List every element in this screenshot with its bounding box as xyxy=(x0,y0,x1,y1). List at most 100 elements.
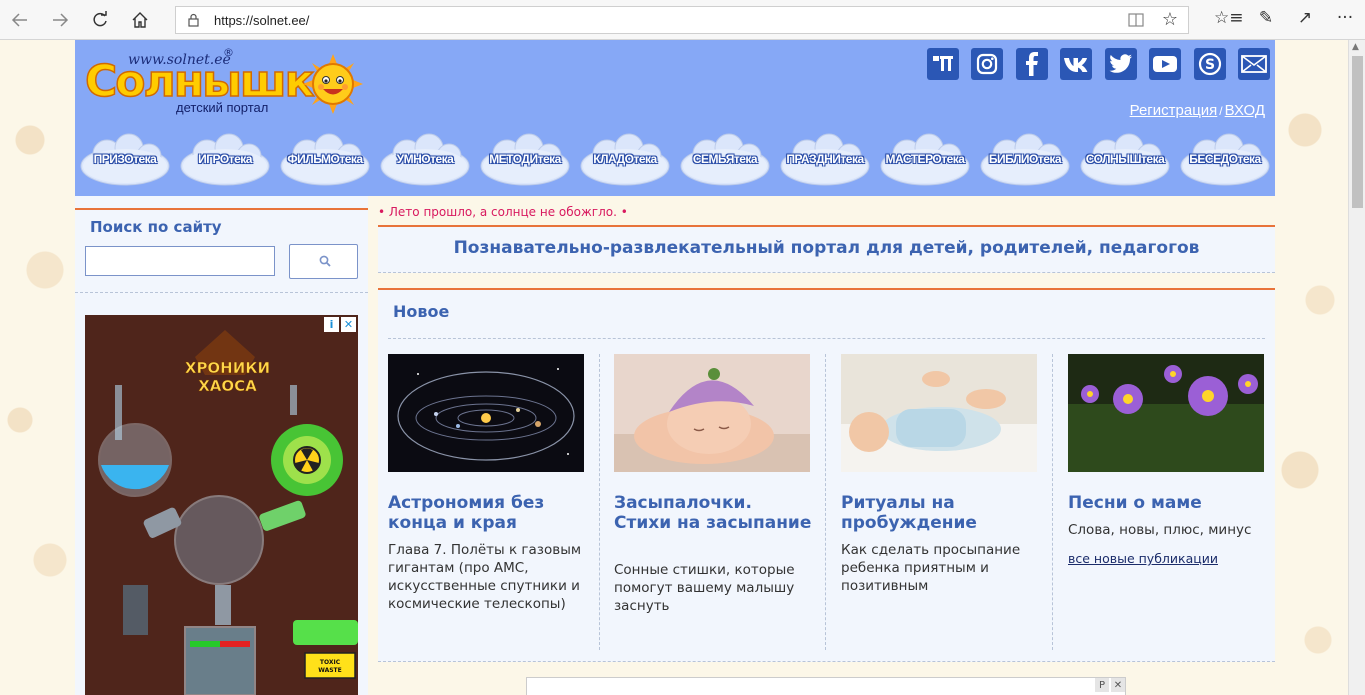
nav-item[interactable]: УМНОтека xyxy=(379,133,471,187)
nav-item-label: ПРИЗОтека xyxy=(93,152,157,166)
ad-game-title-line1: ХРОНИКИ xyxy=(184,359,271,378)
nav-item-label: ПРАЗДНИтека xyxy=(786,152,864,166)
nav-item-label: СОЛНЫШтека xyxy=(1085,152,1165,166)
favorite-star-icon[interactable]: ☆ xyxy=(1162,9,1178,30)
logo-subtitle: детский портал xyxy=(176,100,269,115)
scrollbar-thumb[interactable] xyxy=(1352,56,1363,208)
nav-item[interactable]: ФИЛЬМОтека xyxy=(279,133,371,187)
nav-item-label: МЕТОДИтека xyxy=(489,152,561,166)
ad-choices[interactable]: i ✕ xyxy=(324,317,356,332)
nav-item-label: ИГРОтека xyxy=(198,152,252,166)
ad-close-icon[interactable]: ✕ xyxy=(1111,678,1125,692)
nav-item-label: ФИЛЬМОтека xyxy=(287,152,363,166)
card-desc: Слова, новы, плюс, минус xyxy=(1068,522,1252,538)
lock-icon xyxy=(188,13,199,27)
nav-item[interactable]: КЛАДОтека xyxy=(579,133,671,187)
nav-item-label: СЕМЬЯтека xyxy=(692,152,758,166)
card-image-flowers[interactable] xyxy=(1068,354,1264,472)
card-image-astronomy[interactable] xyxy=(388,354,584,472)
auth-separator: / xyxy=(1219,104,1223,118)
browser-toolbar: https://solnet.ee/ ☆ ☆≡ ✎ ↗ ··· xyxy=(0,0,1365,40)
auth-links: Регистрация / ВХОД xyxy=(1130,102,1265,119)
pen-icon[interactable]: ✎ xyxy=(1254,8,1278,28)
svg-text:S: S xyxy=(1205,57,1215,73)
card-desc: Глава 7. Полёты к газовым гигантам (про … xyxy=(388,542,582,612)
search-title: Поиск по сайту xyxy=(90,218,222,236)
sitemap-icon[interactable] xyxy=(927,48,959,80)
url-text[interactable]: https://solnet.ee/ xyxy=(214,13,309,28)
ticker-text: • Лето прошло, а солнце не обожгло. • xyxy=(378,205,628,219)
card-divider xyxy=(825,354,826,650)
instagram-icon[interactable] xyxy=(971,48,1003,80)
tagline-panel: Познавательно-развлекательный портал для… xyxy=(378,225,1275,273)
tagline: Познавательно-развлекательный портал для… xyxy=(453,238,1200,258)
share-icon[interactable]: ↗ xyxy=(1293,8,1317,28)
nav-item-label: УМНОтека xyxy=(396,152,454,166)
card-desc: Сонные стишки, которые помогут вашему ма… xyxy=(614,562,795,614)
ad-info-icon[interactable]: i xyxy=(324,317,339,332)
card-image-lullabies[interactable] xyxy=(614,354,810,472)
bottom-ad-controls: P ✕ xyxy=(1095,678,1125,692)
vk-icon[interactable] xyxy=(1060,48,1092,80)
forward-icon[interactable] xyxy=(48,8,72,32)
nav-item[interactable]: БИБЛИОтека xyxy=(979,133,1071,187)
new-section: Новое Астрономия без конца и края Глава … xyxy=(378,288,1275,662)
svg-text:WASTE: WASTE xyxy=(318,667,342,674)
nav-item-label: БИБЛИОтека xyxy=(988,152,1062,166)
all-new-publications-link[interactable]: все новые публикации xyxy=(1068,551,1218,566)
search-icon xyxy=(319,255,331,267)
svg-text:TOXIC: TOXIC xyxy=(320,659,341,666)
main-content: • Лето прошло, а солнце не обожгло. • По… xyxy=(378,196,1275,695)
card-divider xyxy=(1052,354,1053,650)
skype-icon[interactable]: S xyxy=(1194,48,1226,80)
logo-www: www.solnet.ee xyxy=(128,52,231,68)
nav-item[interactable]: ПРИЗОтека xyxy=(79,133,171,187)
nav-item[interactable]: ПРАЗДНИтека xyxy=(779,133,871,187)
reload-icon[interactable] xyxy=(88,8,112,32)
reading-view-icon[interactable] xyxy=(1128,12,1144,28)
youtube-icon[interactable] xyxy=(1149,48,1181,80)
site-header: Солнышк www.solnet.ee ® детский портал S… xyxy=(75,40,1275,196)
card-divider xyxy=(599,354,600,650)
nav-item-label: КЛАДОтека xyxy=(593,152,657,166)
page-scrollbar[interactable]: ▲ xyxy=(1348,40,1365,695)
nav-item[interactable]: МАСТЕРОтека xyxy=(879,133,971,187)
sidebar-ad[interactable]: TOXIC WASTE ХРОНИКИ ХАОСА i ✕ xyxy=(85,315,358,695)
address-bar[interactable]: https://solnet.ee/ ☆ xyxy=(175,6,1189,34)
nav-item[interactable]: ИГРОтека xyxy=(179,133,271,187)
bottom-ad-banner[interactable]: P ✕ xyxy=(526,677,1126,695)
nav-item[interactable]: СЕМЬЯтека xyxy=(679,133,771,187)
ad-p-icon[interactable]: P xyxy=(1095,678,1109,692)
card-title[interactable]: Песни о маме xyxy=(1068,493,1268,513)
back-icon[interactable] xyxy=(8,8,32,32)
sun-mascot-icon xyxy=(303,54,363,114)
home-icon[interactable] xyxy=(128,8,152,32)
card-title[interactable]: Ритуалы на пробуждение xyxy=(841,493,1041,533)
twitter-icon[interactable] xyxy=(1105,48,1137,80)
search-button[interactable] xyxy=(289,244,358,279)
ad-game-logo: ХРОНИКИ ХАОСА xyxy=(165,337,290,397)
card-title[interactable]: Астрономия без конца и края xyxy=(388,493,588,533)
nav-item[interactable]: МЕТОДИтека xyxy=(479,133,571,187)
card-title[interactable]: Засыпалочки. Стихи на засыпание xyxy=(614,493,814,533)
card-image-waking[interactable] xyxy=(841,354,1037,472)
ad-game-title-line2: ХАОСА xyxy=(198,377,257,396)
register-link[interactable]: Регистрация xyxy=(1130,102,1218,119)
ad-close-icon[interactable]: ✕ xyxy=(341,317,356,332)
card-desc: Как сделать просыпание ребенка приятным … xyxy=(841,542,1021,594)
favorites-list-icon[interactable]: ☆≡ xyxy=(1214,8,1243,28)
nav-item[interactable]: БЕСЕДОтека xyxy=(1179,133,1271,187)
site-logo[interactable]: Солнышк www.solnet.ee ® детский портал xyxy=(83,46,373,126)
nav-item[interactable]: СОЛНЫШтека xyxy=(1079,133,1171,187)
facebook-icon[interactable] xyxy=(1016,48,1048,80)
new-section-divider xyxy=(388,338,1265,339)
nav-item-label: БЕСЕДОтека xyxy=(1189,152,1261,166)
login-link[interactable]: ВХОД xyxy=(1225,102,1265,119)
more-icon[interactable]: ··· xyxy=(1333,8,1357,28)
search-input[interactable] xyxy=(85,246,275,276)
logo-registered: ® xyxy=(223,46,234,59)
nav-item-label: МАСТЕРОтека xyxy=(885,152,965,166)
email-icon[interactable] xyxy=(1238,48,1270,80)
scroll-up-icon[interactable]: ▲ xyxy=(1352,42,1359,52)
new-section-title: Новое xyxy=(393,302,450,321)
